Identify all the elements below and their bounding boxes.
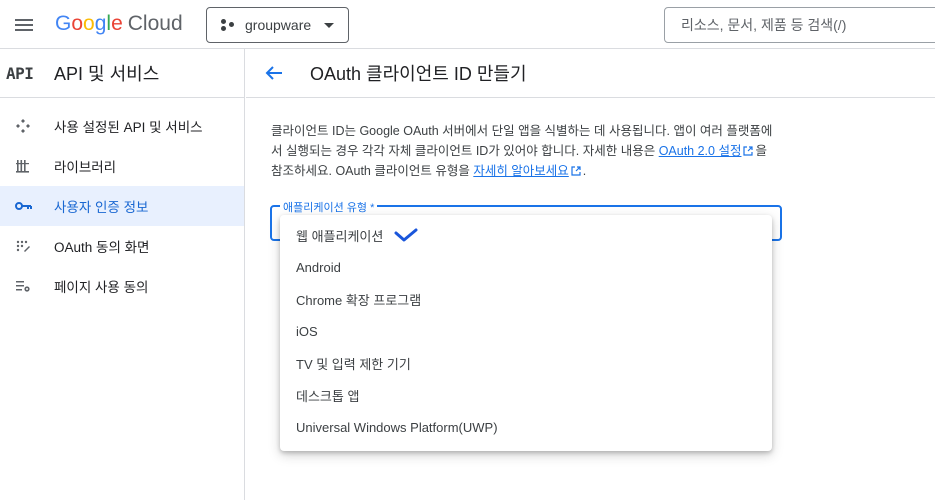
search-input[interactable] [681,17,921,33]
settings-list-icon [14,277,32,295]
external-link-icon [743,146,754,156]
project-picker[interactable]: groupware [206,7,349,43]
application-type-dropdown: 웹 애플리케이션 Android Chrome 확장 프로그램 iOS TV 및… [280,215,772,451]
project-name: groupware [245,17,312,33]
sidebar-item-oauth-consent[interactable]: OAuth 동의 화면 [0,226,244,266]
option-android[interactable]: Android [280,251,772,283]
project-icon [221,18,235,32]
sidebar-item-library[interactable]: 라이브러리 [0,146,244,186]
key-icon [14,197,32,215]
api-badge-icon: API [6,63,34,83]
option-desktop-app[interactable]: 데스크톱 앱 [280,379,772,411]
application-type-label: 애플리케이션 유형 * [280,199,378,215]
back-arrow-icon[interactable] [262,61,286,85]
google-cloud-logo[interactable]: Google Cloud [55,12,183,36]
option-web-application[interactable]: 웹 애플리케이션 [280,219,772,251]
sidebar: API API 및 서비스 사용 설정된 API 및 서비스 라이브러리 사용자… [0,49,245,500]
option-ios[interactable]: iOS [280,315,772,347]
library-icon [14,157,32,175]
page-title: OAuth 클라이언트 ID 만들기 [310,64,527,84]
learn-more-link[interactable]: 자세히 알아보세요 [473,164,568,178]
sidebar-header: API API 및 서비스 [0,49,244,98]
page-header: OAuth 클라이언트 ID 만들기 [246,49,935,98]
oauth-setup-link[interactable]: OAuth 2.0 설정 [659,144,742,158]
external-link-icon [571,166,581,176]
sidebar-nav: 사용 설정된 API 및 서비스 라이브러리 사용자 인증 정보 OAuth 동… [0,98,244,306]
consent-icon [14,237,32,255]
sidebar-item-enabled-apis[interactable]: 사용 설정된 API 및 서비스 [0,106,244,146]
sidebar-item-credentials[interactable]: 사용자 인증 정보 [0,186,244,226]
api-services-icon [14,117,32,135]
caret-down-icon [324,23,334,28]
sidebar-item-page-usage-agreement[interactable]: 페이지 사용 동의 [0,266,244,306]
top-bar: Google Cloud groupware [0,0,935,49]
option-chrome-extension[interactable]: Chrome 확장 프로그램 [280,283,772,315]
sidebar-title: API 및 서비스 [54,64,160,84]
main-menu-icon[interactable] [12,13,36,37]
option-uwp[interactable]: Universal Windows Platform(UWP) [280,411,772,443]
search-box[interactable] [664,7,935,43]
description-text: 클라이언트 ID는 Google OAuth 서버에서 단일 앱을 식별하는 데… [271,124,773,178]
option-tv-limited-input[interactable]: TV 및 입력 제한 기기 [280,347,772,379]
check-icon [394,228,418,242]
